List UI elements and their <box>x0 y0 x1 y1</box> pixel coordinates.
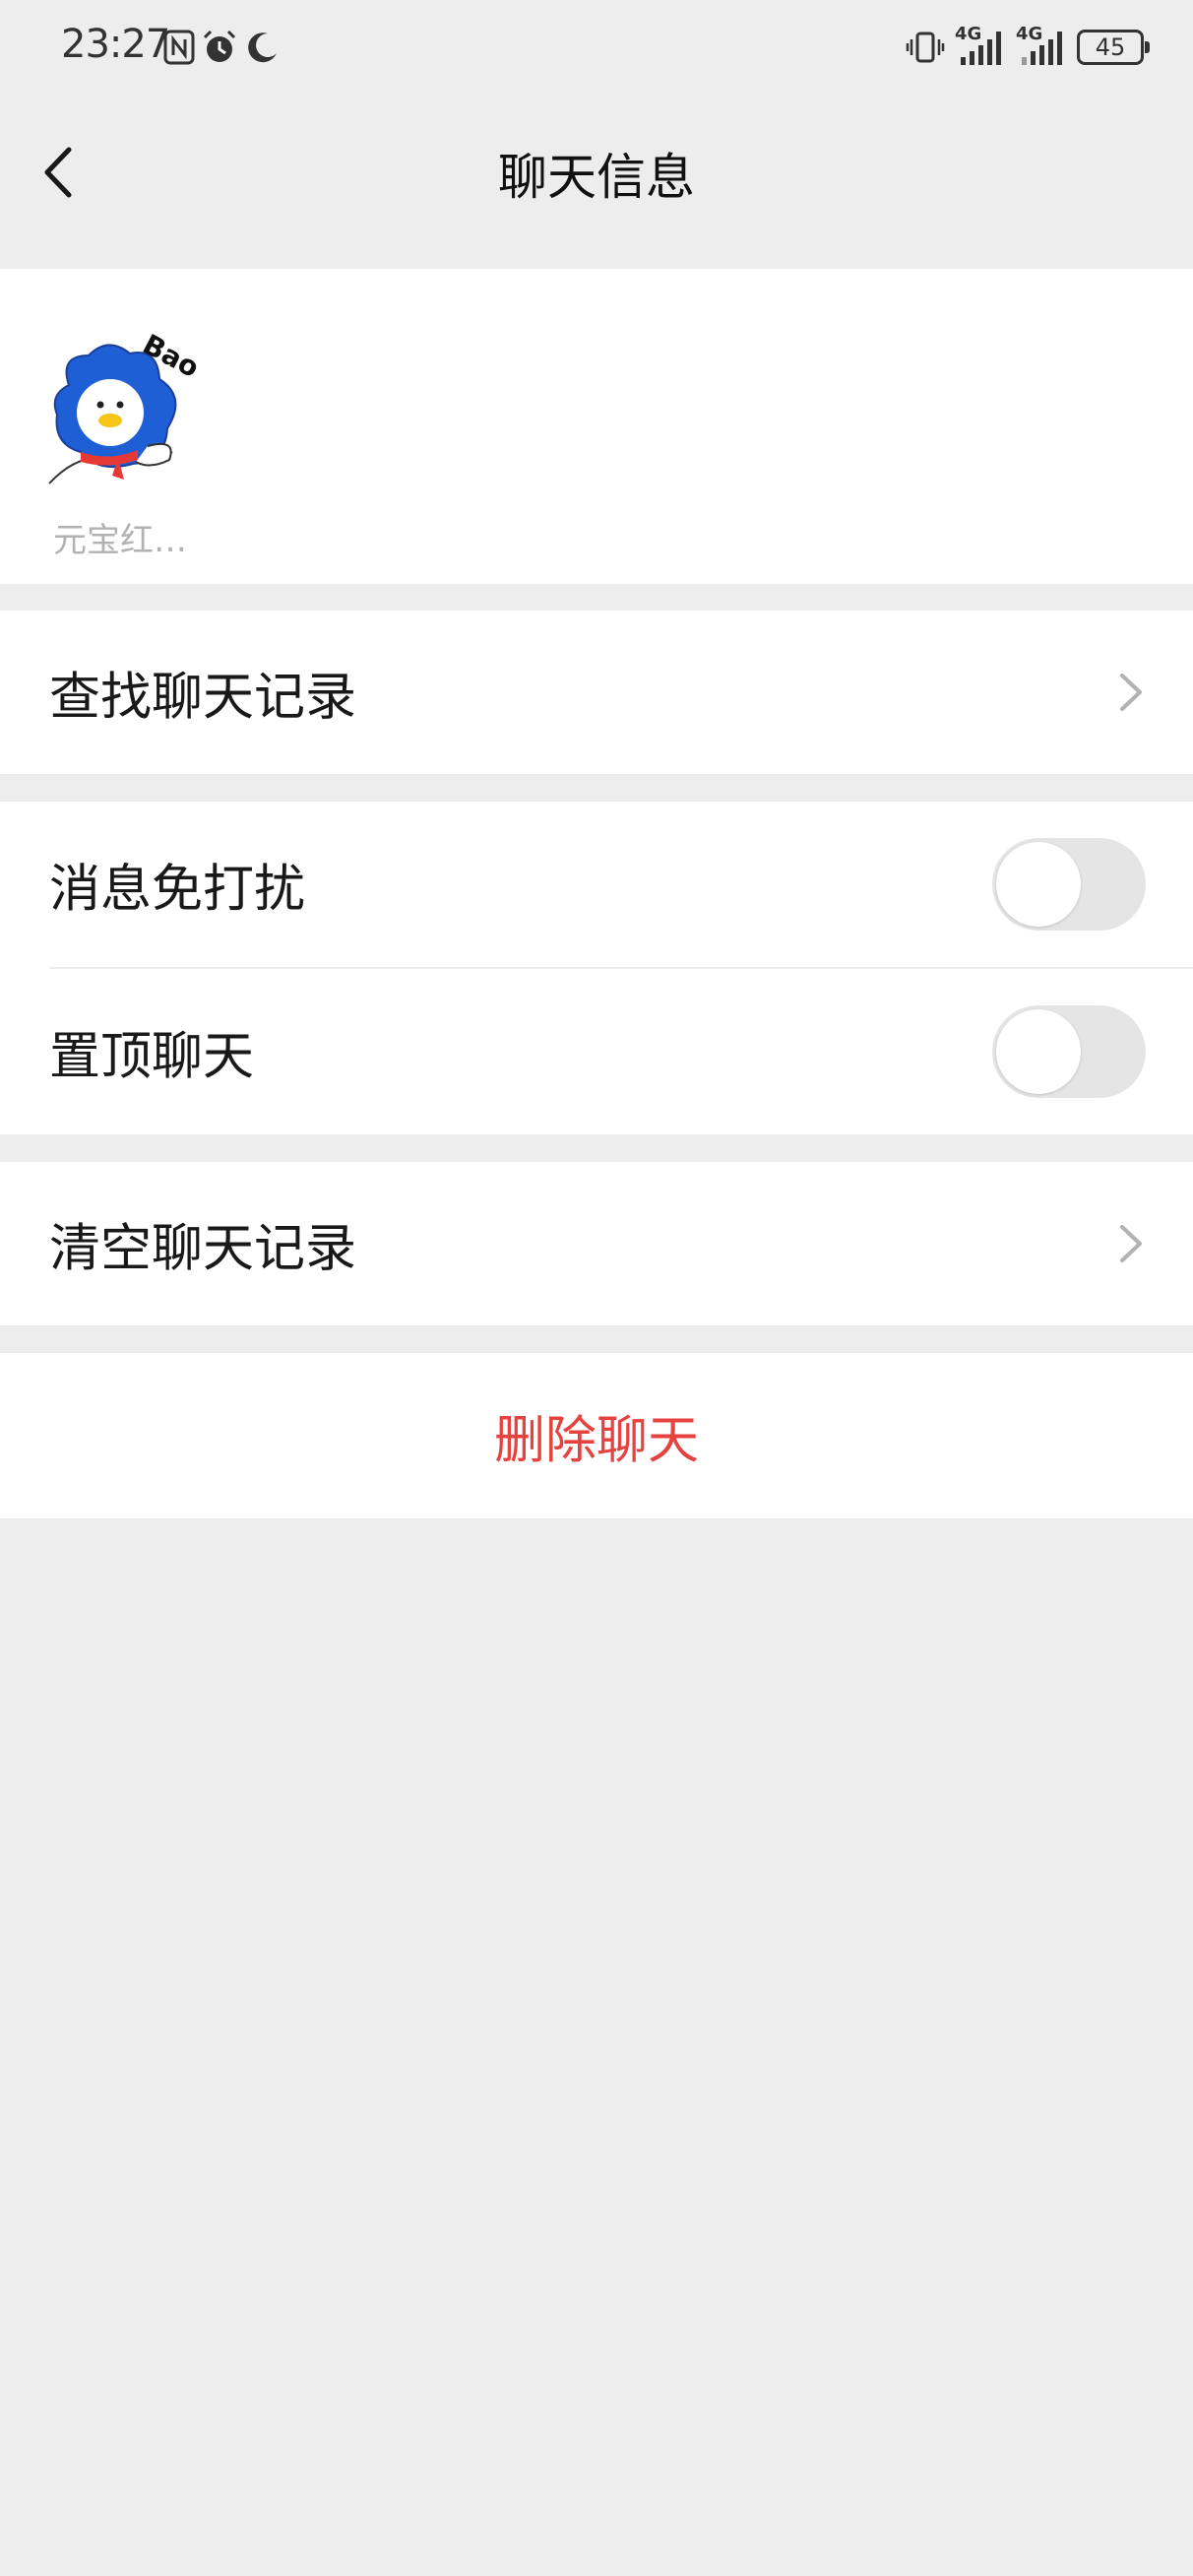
delete-chat-label: 删除聊天 <box>493 1411 699 1471</box>
search-history-label: 查找聊天记录 <box>49 668 357 728</box>
clear-history-label: 清空聊天记录 <box>49 1219 357 1279</box>
signal-bars-icon <box>961 32 1001 65</box>
pin-row: 置顶聊天 <box>0 969 1193 1134</box>
page-title: 聊天信息 <box>498 149 695 206</box>
signal-2: 4G <box>1016 24 1067 67</box>
toggle-section: 消息免打扰 置顶聊天 <box>0 802 1193 1134</box>
signal-1: 4G <box>955 24 1006 67</box>
status-right-icons: 4G 4G 45 <box>906 24 1150 69</box>
search-history-row[interactable]: 查找聊天记录 <box>0 611 1193 774</box>
mute-label: 消息免打扰 <box>49 860 306 920</box>
moon-icon <box>248 32 277 63</box>
mute-toggle[interactable] <box>992 838 1146 931</box>
search-history-section: 查找聊天记录 <box>0 611 1193 774</box>
nfc-icon <box>163 30 195 65</box>
member-name: 元宝红… <box>53 521 187 560</box>
signal-bars-icon <box>1022 32 1062 65</box>
members-section: Bao 元宝红… <box>0 269 1193 584</box>
pin-label: 置顶聊天 <box>49 1027 255 1087</box>
status-left-icons <box>163 28 280 67</box>
chevron-right-icon <box>1120 1225 1142 1262</box>
vibrate-icon <box>906 32 945 63</box>
pin-toggle[interactable] <box>992 1005 1146 1098</box>
battery-icon: 45 <box>1077 30 1150 65</box>
delete-chat-section: 删除聊天 <box>0 1353 1193 1518</box>
pin-toggle-knob <box>996 1009 1081 1094</box>
member-avatar[interactable]: Bao <box>39 328 205 493</box>
delete-chat-button[interactable]: 删除聊天 <box>0 1353 1193 1518</box>
nav-bar: 聊天信息 <box>0 98 1193 246</box>
clear-history-row[interactable]: 清空聊天记录 <box>0 1162 1193 1325</box>
mute-toggle-knob <box>996 842 1081 927</box>
status-time: 23:27 <box>61 22 170 67</box>
mute-row: 消息免打扰 <box>0 802 1193 967</box>
clear-history-section: 清空聊天记录 <box>0 1162 1193 1325</box>
chevron-right-icon <box>1120 674 1142 711</box>
status-bar: 23:27 4G 4G 45 <box>0 0 1193 98</box>
alarm-icon <box>203 30 236 62</box>
